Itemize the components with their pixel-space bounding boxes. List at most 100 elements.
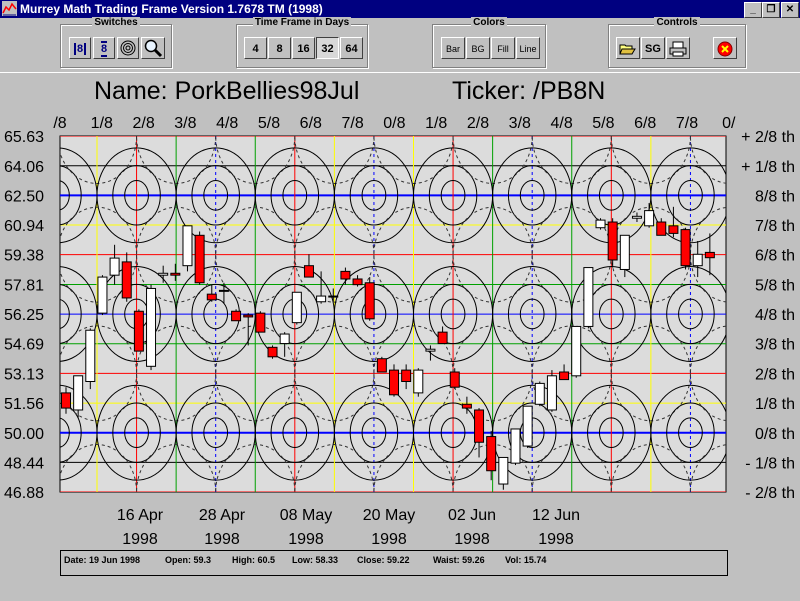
color-bg-button[interactable]: BG bbox=[466, 37, 490, 59]
price-tick-label: 48.44 bbox=[4, 455, 44, 472]
colors-title: Colors bbox=[471, 17, 507, 28]
color-bar-button[interactable]: Bar bbox=[441, 37, 465, 59]
candle-body bbox=[291, 291, 302, 324]
minimize-button[interactable]: _ bbox=[744, 2, 762, 18]
murrey-level-label: 4/8 th bbox=[755, 307, 795, 324]
year-tick-label: 1998 bbox=[538, 531, 574, 548]
switch-8-bar-button[interactable]: 8 bbox=[69, 37, 91, 59]
candle-body bbox=[668, 225, 679, 234]
candle-body bbox=[158, 272, 169, 276]
murrey-math-chart[interactable]: Name: PorkBellies98Jul Ticker: /PB8N /8 1… bbox=[0, 72, 800, 550]
target-button[interactable] bbox=[117, 37, 139, 59]
candle-body bbox=[133, 310, 144, 352]
murrey-level-label: 5/8 th bbox=[755, 277, 795, 294]
candle-body bbox=[218, 289, 229, 292]
candle-body bbox=[619, 234, 630, 270]
price-tick-label: 51.56 bbox=[4, 396, 44, 413]
timeframe-4-button[interactable]: 4 bbox=[244, 37, 267, 59]
candle-body bbox=[267, 346, 278, 358]
top-fraction-label: /8 bbox=[53, 115, 66, 132]
open-button[interactable] bbox=[616, 37, 640, 59]
timeframe-title: Time Frame in Days bbox=[252, 17, 352, 28]
candle-body bbox=[328, 295, 339, 298]
timeframe-32-button[interactable]: 32 bbox=[316, 37, 339, 59]
year-tick-label: 1998 bbox=[288, 531, 324, 548]
candle-body bbox=[534, 382, 545, 405]
date-tick-label: 20 May bbox=[363, 507, 415, 524]
candle-body bbox=[692, 253, 703, 267]
timeframe-group: Time Frame in Days 4 8 16 32 64 bbox=[236, 17, 368, 68]
murrey-level-label: 0/8 th bbox=[755, 426, 795, 443]
switch-8-line-button[interactable]: 8 bbox=[93, 37, 115, 59]
date-tick-label: 08 May bbox=[280, 507, 332, 524]
timeframe-8-button[interactable]: 8 bbox=[268, 37, 291, 59]
candle-body bbox=[194, 234, 205, 284]
candle-body bbox=[401, 369, 412, 382]
restore-button[interactable]: ❐ bbox=[762, 2, 780, 18]
candle-body bbox=[680, 229, 691, 267]
toolbar: Switches 8 8 Time Frame in Days 4 8 16 3… bbox=[0, 17, 800, 72]
murrey-level-label: - 1/8 th bbox=[745, 455, 795, 472]
timeframe-16-button[interactable]: 16 bbox=[292, 37, 315, 59]
zoom-button[interactable] bbox=[141, 37, 165, 59]
candle-body bbox=[170, 272, 181, 276]
candle-body bbox=[146, 287, 157, 367]
instrument-name: Name: PorkBellies98Jul bbox=[94, 77, 359, 105]
sg-button[interactable]: SG bbox=[641, 37, 665, 59]
status-bar: Date: 19 Jun 1998 Open: 59.3 High: 60.5 … bbox=[60, 550, 728, 576]
top-fraction-label: 7/8 bbox=[676, 115, 698, 132]
print-button[interactable] bbox=[666, 37, 690, 59]
price-tick-label: 46.88 bbox=[4, 485, 44, 502]
timeframe-64-button[interactable]: 64 bbox=[340, 37, 363, 59]
top-fraction-label: 6/8 bbox=[300, 115, 322, 132]
candle-body bbox=[182, 225, 193, 267]
candle-body bbox=[413, 369, 424, 394]
target-icon bbox=[120, 40, 136, 56]
candle-body bbox=[206, 293, 217, 301]
candle-body bbox=[449, 371, 460, 388]
top-fraction-label: 0/8 bbox=[383, 115, 405, 132]
status-close: Close: 59.22 bbox=[357, 555, 410, 565]
candle-body bbox=[595, 219, 606, 229]
year-tick-label: 1998 bbox=[371, 531, 407, 548]
year-tick-label: 1998 bbox=[454, 531, 490, 548]
candle-body bbox=[376, 358, 387, 373]
candle-body bbox=[486, 436, 497, 472]
color-fill-button[interactable]: Fill bbox=[491, 37, 515, 59]
murrey-level-label: 3/8 th bbox=[755, 337, 795, 354]
candle-body bbox=[97, 276, 108, 314]
price-tick-label: 59.38 bbox=[4, 248, 44, 265]
app-icon bbox=[2, 1, 17, 16]
top-fraction-label: 4/8 bbox=[216, 115, 238, 132]
colors-group: Colors Bar BG Fill Line bbox=[432, 17, 546, 68]
candle-body bbox=[474, 409, 485, 443]
date-tick-label: 16 Apr bbox=[117, 507, 164, 524]
folder-open-icon bbox=[619, 44, 636, 55]
candle-body bbox=[546, 375, 557, 411]
price-tick-label: 56.25 bbox=[4, 307, 44, 324]
price-tick-label: 54.69 bbox=[4, 337, 44, 354]
candle-body bbox=[121, 261, 132, 299]
candle-body bbox=[303, 265, 314, 278]
exit-button[interactable] bbox=[713, 37, 737, 59]
candle-body bbox=[704, 251, 715, 259]
murrey-level-labels: + 2/8 th + 1/8 th 8/8 th 7/8 th 6/8 th 5/8 th… bbox=[741, 129, 795, 502]
candle-body bbox=[243, 314, 254, 318]
murrey-level-label: 6/8 th bbox=[755, 248, 795, 265]
murrey-level-label: + 1/8 th bbox=[741, 159, 795, 176]
top-fraction-label: 7/8 bbox=[341, 115, 363, 132]
price-tick-label: 50.00 bbox=[4, 426, 44, 443]
close-button[interactable]: ✕ bbox=[781, 2, 799, 18]
status-high: High: 60.5 bbox=[232, 555, 276, 565]
candle-body bbox=[510, 428, 521, 464]
candle-body bbox=[340, 270, 351, 280]
top-fraction-labels: /8 1/8 2/8 3/8 4/8 5/8 6/8 7/8 0/8 1/8 2/8 3/8 4/8 5/… bbox=[53, 115, 736, 132]
status-open: Open: 59.3 bbox=[165, 555, 212, 565]
top-fraction-label: 2/8 bbox=[132, 115, 154, 132]
color-line-button[interactable]: Line bbox=[516, 37, 540, 59]
murrey-level-label: 1/8 th bbox=[755, 396, 795, 413]
status-low: Low: 58.33 bbox=[292, 555, 339, 565]
switches-group: Switches 8 8 bbox=[60, 17, 172, 68]
window-title: Murrey Math Trading Frame Version 1.7678… bbox=[20, 2, 323, 16]
top-fraction-label: 6/8 bbox=[634, 115, 656, 132]
